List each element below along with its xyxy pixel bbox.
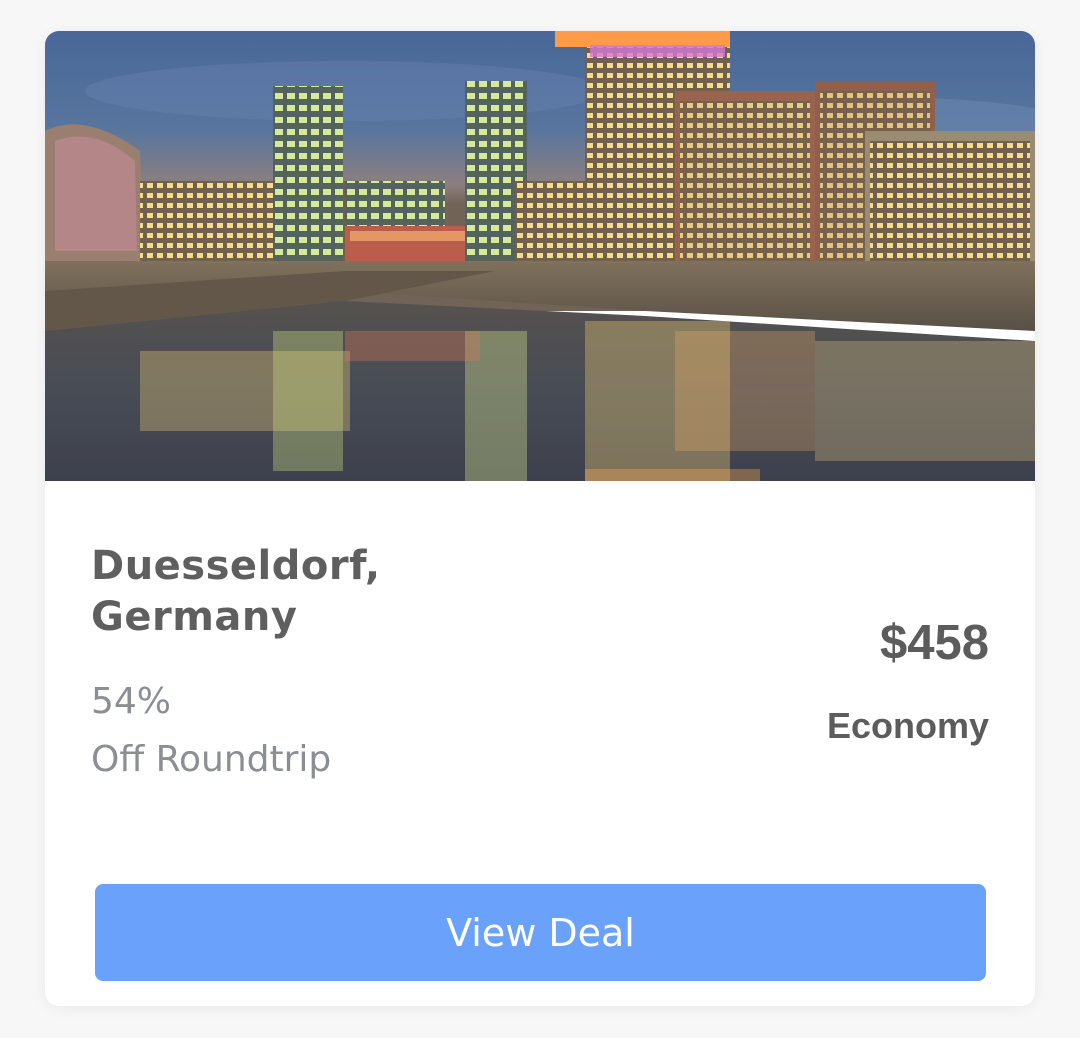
discount-label: Off Roundtrip xyxy=(91,739,332,780)
destination-city: Duesseldorf, xyxy=(91,543,381,589)
price: $458 xyxy=(879,616,989,670)
destination-photo xyxy=(45,31,1035,481)
deal-info: Duesseldorf, Germany 54% Off Roundtrip $… xyxy=(45,481,1035,1006)
destination-title: Duesseldorf, Germany xyxy=(91,541,511,643)
discount-info: 54% Off Roundtrip xyxy=(91,673,331,789)
cabin-class: Economy xyxy=(826,705,989,746)
photo-overlay xyxy=(45,31,1035,481)
deal-card: Duesseldorf, Germany 54% Off Roundtrip $… xyxy=(45,31,1035,1006)
view-deal-button[interactable]: View Deal xyxy=(95,884,986,981)
discount-percent: 54% xyxy=(91,681,172,722)
destination-country: Germany xyxy=(91,594,298,640)
